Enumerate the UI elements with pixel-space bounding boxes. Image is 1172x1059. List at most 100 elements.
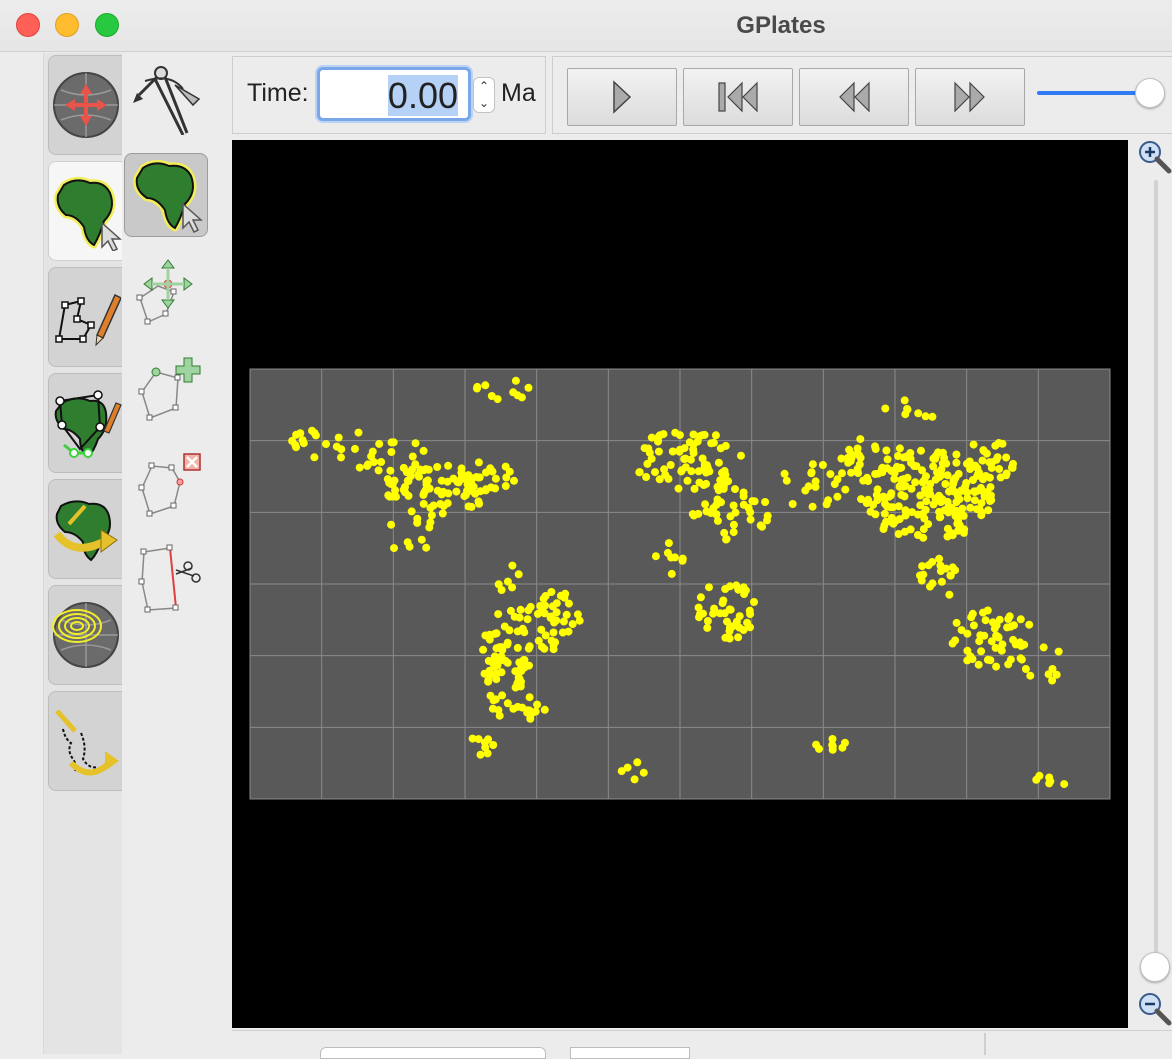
feature-point[interactable] bbox=[722, 535, 731, 544]
feature-point[interactable] bbox=[299, 439, 308, 448]
feature-point[interactable] bbox=[959, 528, 968, 537]
feature-point[interactable] bbox=[869, 500, 878, 509]
feature-point[interactable] bbox=[533, 700, 542, 709]
category-view[interactable] bbox=[48, 55, 122, 155]
feature-point[interactable] bbox=[879, 525, 888, 533]
feature-point[interactable] bbox=[726, 605, 735, 614]
feature-point[interactable] bbox=[694, 467, 703, 476]
feature-point[interactable] bbox=[945, 590, 954, 599]
feature-point[interactable] bbox=[921, 412, 930, 421]
feature-point[interactable] bbox=[702, 479, 711, 488]
feature-point[interactable] bbox=[501, 482, 510, 490]
feature-point[interactable] bbox=[991, 441, 1000, 450]
feature-point[interactable] bbox=[368, 447, 377, 456]
feature-point[interactable] bbox=[856, 435, 865, 444]
feature-point[interactable] bbox=[841, 485, 850, 494]
feature-point[interactable] bbox=[474, 458, 483, 467]
feature-point[interactable] bbox=[483, 749, 492, 758]
feature-point[interactable] bbox=[780, 469, 789, 478]
feature-point[interactable] bbox=[729, 501, 738, 510]
feature-point[interactable] bbox=[689, 449, 698, 457]
feature-point[interactable] bbox=[900, 396, 909, 405]
feature-point[interactable] bbox=[987, 463, 996, 472]
insert-vertex-tool[interactable] bbox=[124, 345, 208, 429]
feature-point[interactable] bbox=[833, 492, 842, 501]
feature-point[interactable] bbox=[503, 658, 512, 667]
feature-point[interactable] bbox=[951, 473, 960, 482]
feature-point[interactable] bbox=[952, 450, 961, 459]
feature-point[interactable] bbox=[863, 473, 872, 482]
feature-point[interactable] bbox=[375, 439, 384, 448]
feature-point[interactable] bbox=[931, 475, 940, 484]
feature-point[interactable] bbox=[685, 438, 694, 447]
feature-point[interactable] bbox=[993, 453, 1002, 462]
feature-point[interactable] bbox=[729, 528, 738, 537]
feature-point[interactable] bbox=[292, 430, 301, 439]
feature-point[interactable] bbox=[501, 462, 510, 471]
feature-point[interactable] bbox=[974, 660, 983, 669]
feature-point[interactable] bbox=[502, 473, 511, 482]
feature-point[interactable] bbox=[633, 758, 642, 767]
feature-point[interactable] bbox=[635, 468, 644, 477]
feature-point[interactable] bbox=[387, 438, 396, 447]
feature-point[interactable] bbox=[482, 485, 490, 494]
feature-point[interactable] bbox=[415, 472, 423, 481]
feature-point[interactable] bbox=[491, 695, 500, 704]
feature-point[interactable] bbox=[687, 467, 696, 476]
feature-point[interactable] bbox=[391, 486, 400, 495]
feature-point[interactable] bbox=[938, 495, 947, 504]
feature-point[interactable] bbox=[500, 622, 509, 631]
feature-point[interactable] bbox=[517, 677, 525, 686]
feature-point[interactable] bbox=[718, 599, 727, 608]
feature-point[interactable] bbox=[667, 569, 676, 578]
feature-point[interactable] bbox=[661, 470, 670, 479]
feature-point[interactable] bbox=[548, 602, 557, 611]
category-small-circle[interactable] bbox=[48, 585, 122, 685]
feature-point[interactable] bbox=[1003, 623, 1012, 632]
zoom-slider-handle[interactable] bbox=[1140, 952, 1170, 982]
feature-point[interactable] bbox=[897, 463, 906, 472]
feature-point[interactable] bbox=[1002, 453, 1011, 462]
feature-point[interactable] bbox=[1025, 620, 1034, 629]
feature-point[interactable] bbox=[384, 491, 393, 500]
feature-point[interactable] bbox=[515, 613, 524, 622]
feature-point[interactable] bbox=[973, 487, 981, 496]
feature-point[interactable] bbox=[748, 497, 757, 506]
feature-point[interactable] bbox=[651, 468, 659, 477]
feature-point[interactable] bbox=[1060, 780, 1069, 789]
feature-point[interactable] bbox=[387, 520, 396, 529]
feature-point[interactable] bbox=[423, 476, 432, 485]
feature-point[interactable] bbox=[729, 520, 738, 529]
feature-point[interactable] bbox=[955, 495, 964, 504]
feature-point[interactable] bbox=[881, 404, 890, 413]
feature-point[interactable] bbox=[510, 476, 518, 485]
split-feature-tool[interactable] bbox=[124, 537, 208, 621]
feature-point[interactable] bbox=[558, 628, 567, 637]
feature-point[interactable] bbox=[935, 554, 944, 563]
feature-point[interactable] bbox=[981, 472, 990, 480]
feature-point[interactable] bbox=[994, 632, 1002, 641]
feature-point[interactable] bbox=[484, 677, 493, 686]
feature-point[interactable] bbox=[929, 462, 938, 471]
zoom-in-icon[interactable] bbox=[1138, 140, 1172, 174]
feature-point[interactable] bbox=[986, 491, 995, 500]
feature-point[interactable] bbox=[948, 563, 957, 572]
feature-point[interactable] bbox=[903, 405, 912, 413]
feature-point[interactable] bbox=[975, 505, 984, 514]
feature-point[interactable] bbox=[998, 640, 1007, 649]
feature-point[interactable] bbox=[782, 476, 791, 485]
feature-point[interactable] bbox=[467, 502, 476, 511]
feature-point[interactable] bbox=[894, 502, 903, 511]
feature-point[interactable] bbox=[337, 445, 346, 454]
feature-point[interactable] bbox=[508, 561, 517, 570]
feature-point[interactable] bbox=[811, 482, 820, 491]
feature-point[interactable] bbox=[675, 431, 684, 440]
feature-point[interactable] bbox=[979, 608, 987, 617]
feature-point[interactable] bbox=[952, 458, 961, 467]
feature-point[interactable] bbox=[950, 487, 959, 496]
feature-point[interactable] bbox=[560, 593, 569, 602]
reconstruction-time-input[interactable]: 0.00 bbox=[317, 67, 471, 121]
feature-point[interactable] bbox=[880, 509, 889, 518]
feature-point[interactable] bbox=[1002, 471, 1011, 480]
chevron-up-icon[interactable]: ⌃ bbox=[474, 78, 494, 95]
